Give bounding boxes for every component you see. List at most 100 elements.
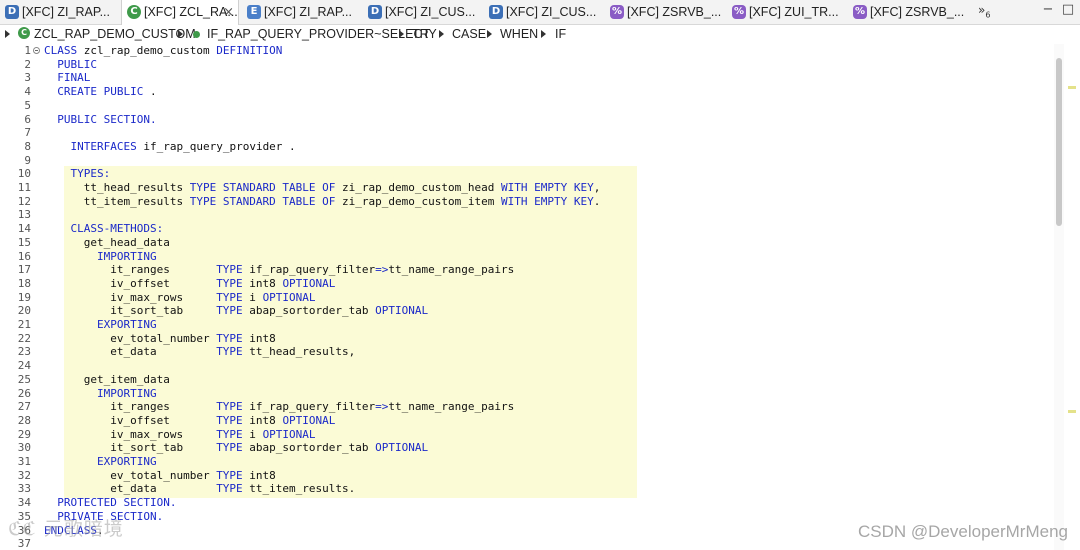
code-token: iv_max_rows	[44, 290, 217, 304]
line-number: 8	[24, 139, 31, 153]
tab-label: [XFC] ZI_CUS...	[506, 5, 597, 19]
line-number: 16	[17, 249, 31, 263]
line-number: 10	[17, 167, 31, 181]
service-binding-icon: %	[732, 5, 746, 19]
minimize-icon[interactable]: −	[1040, 2, 1056, 18]
line-number: 28	[17, 413, 31, 427]
breadcrumb-item[interactable]: CASE	[452, 25, 486, 43]
line-number: 34	[17, 496, 31, 510]
keyword-token: TYPE	[216, 427, 243, 441]
code-token: et_data	[44, 482, 217, 496]
data-definition-icon: D	[368, 5, 382, 19]
line-number: 23	[17, 345, 31, 359]
editor-tab-bar: »6 − □ D [XFC] ZI_RAP... C [XFC] ZCL_RA... ×…	[0, 0, 1080, 26]
keyword-token: TYPE	[216, 304, 243, 318]
close-tab-icon[interactable]: ×	[223, 0, 234, 25]
editor-tab[interactable]: % [XFC] ZSRVB_...	[605, 0, 723, 25]
keyword-token: =>	[375, 400, 389, 414]
maximize-icon[interactable]: □	[1060, 2, 1076, 18]
keyword-token: DEFINITION	[216, 44, 283, 57]
code-token: tt_name_range_pairs	[388, 263, 515, 277]
keyword-token: CLASS-METHODS:	[70, 222, 164, 236]
breadcrumb-item[interactable]: TRY	[412, 25, 437, 43]
breadcrumb-method[interactable]: IF_RAP_QUERY_PROVIDER~SELECT	[207, 25, 430, 43]
editor-tab[interactable]: % [XFC] ZUI_TR...	[727, 0, 845, 25]
code-token: abap_sortorder_tab	[242, 304, 376, 318]
code-text: iv_offset TYPE int8 OPTIONAL	[44, 414, 335, 428]
keyword-token: INTERFACES	[70, 139, 137, 153]
editor-tab[interactable]: % [XFC] ZSRVB_...	[848, 0, 966, 25]
code-text: it_ranges TYPE if_rap_query_filter=>tt_n…	[44, 400, 514, 414]
code-token: get_item_data	[44, 372, 170, 386]
keyword-token: EXPORTING	[96, 455, 157, 468]
code-token: tt_head_results,	[242, 345, 356, 359]
code-text: it_sort_tab TYPE abap_sortorder_tab OPTI…	[44, 304, 428, 318]
editor-tab[interactable]: D [XFC] ZI_CUS...	[363, 0, 481, 25]
code-token: tt_head_results	[44, 181, 190, 194]
tab-overflow-button[interactable]: »6	[978, 3, 990, 19]
editor-tab[interactable]: D [XFC] ZI_RAP...	[0, 0, 118, 25]
tab-label: [XFC] ZI_RAP...	[22, 5, 110, 19]
code-token: int8	[242, 413, 283, 427]
keyword-token: TYPE	[216, 331, 243, 345]
keyword-token: CLASS	[44, 44, 78, 57]
code-token: i	[242, 290, 263, 304]
code-text: iv_offset TYPE int8 OPTIONAL	[44, 277, 335, 291]
code-token: if_rap_query_filter	[242, 263, 376, 277]
editor-tab[interactable]: C [XFC] ZCL_RA... ×	[121, 0, 239, 26]
tab-label: [XFC] ZI_CUS...	[385, 5, 476, 19]
code-token: it_sort_tab	[44, 441, 217, 455]
keyword-token: IMPORTING	[96, 386, 157, 400]
code-token: ,	[593, 181, 601, 194]
code-token: zcl_rap_demo_custom	[77, 44, 217, 57]
editor-tab[interactable]: D [XFC] ZI_CUS...	[484, 0, 602, 25]
keyword-token: WITH EMPTY KEY	[500, 181, 594, 194]
breadcrumb-item[interactable]: WHEN	[500, 25, 538, 43]
code-text: EXPORTING	[44, 455, 157, 469]
code-text: tt_head_results TYPE STANDARD TABLE OF z…	[44, 181, 601, 195]
fold-collapse-icon[interactable]	[33, 47, 40, 54]
breadcrumb-class[interactable]: ZCL_RAP_DEMO_CUSTOM	[34, 25, 196, 43]
code-token: it_sort_tab	[44, 304, 217, 318]
line-number: 12	[17, 194, 31, 208]
code-token: abap_sortorder_tab	[242, 441, 376, 455]
editor-tab[interactable]: E [XFC] ZI_RAP...	[242, 0, 360, 25]
keyword-token: TYPE	[216, 263, 243, 277]
code-text: EXPORTING	[44, 318, 157, 332]
overview-ruler-mark[interactable]	[1068, 410, 1076, 413]
line-number: 14	[17, 222, 31, 236]
breadcrumb-item[interactable]: IF	[555, 25, 566, 43]
keyword-token: TYPE STANDARD TABLE OF	[189, 194, 336, 208]
keyword-token: TYPE	[216, 468, 243, 482]
breadcrumb-arrow-icon	[399, 30, 404, 38]
vertical-scrollbar-thumb[interactable]	[1056, 58, 1062, 226]
line-number: 15	[17, 235, 31, 249]
line-number: 33	[17, 482, 31, 496]
keyword-token: TYPE	[216, 482, 243, 496]
keyword-token: TYPE	[216, 345, 243, 359]
tab-label: [XFC] ZSRVB_...	[870, 5, 965, 19]
tab-label: [XFC] ZUI_TR...	[749, 5, 839, 19]
service-binding-icon: %	[610, 5, 624, 19]
code-text: iv_max_rows TYPE i OPTIONAL	[44, 290, 315, 305]
public-method-icon	[193, 31, 200, 38]
keyword-token: IMPORTING	[96, 249, 157, 263]
keyword-token: TYPE	[216, 413, 243, 427]
code-token: ev_total_number	[44, 331, 217, 345]
line-number: 17	[17, 263, 31, 277]
code-editor[interactable]: 1 CLASS zcl_rap_demo_custom DEFINITION 2 P…	[0, 44, 1080, 550]
code-token: zi_rap_demo_custom_head	[335, 181, 501, 194]
overview-ruler-mark[interactable]	[1068, 86, 1076, 89]
code-text: PROTECTED SECTION.	[44, 496, 176, 510]
keyword-token: OPTIONAL	[282, 413, 336, 427]
code-token: get_head_data	[44, 235, 170, 249]
keyword-token: EXPORTING	[96, 318, 157, 331]
line-number: 29	[17, 427, 31, 441]
code-text: TYPES:	[44, 167, 111, 181]
